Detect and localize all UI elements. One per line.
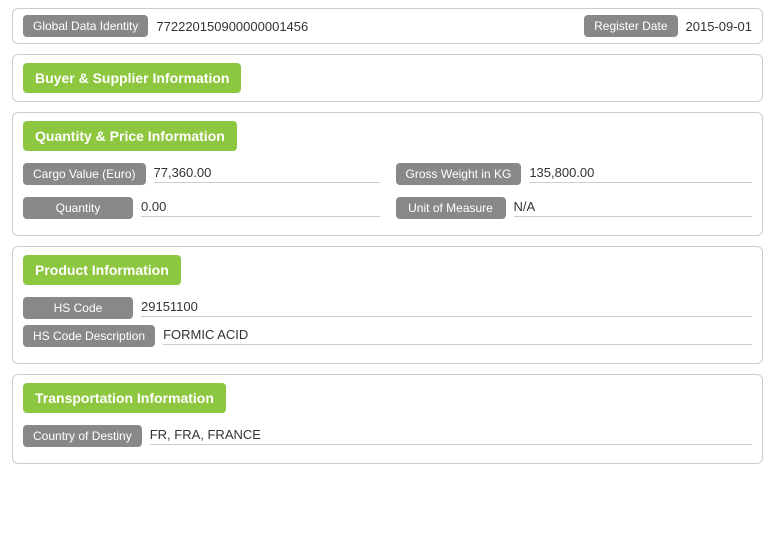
quantity-price-right-col: Gross Weight in KG 135,800.00 Unit of Me… — [396, 163, 753, 225]
transportation-header: Transportation Information — [23, 383, 226, 413]
hs-code-desc-row: HS Code Description FORMIC ACID — [23, 325, 752, 347]
transportation-section: Transportation Information Country of De… — [12, 374, 763, 464]
global-data-value: 772220150900000001456 — [156, 19, 536, 34]
register-date-value: 2015-09-01 — [686, 19, 753, 34]
buyer-supplier-header: Buyer & Supplier Information — [23, 63, 241, 93]
country-destiny-row: Country of Destiny FR, FRA, FRANCE — [23, 425, 752, 447]
quantity-price-fields: Cargo Value (Euro) 77,360.00 Quantity 0.… — [13, 159, 762, 235]
identity-row: Global Data Identity 7722201509000000014… — [12, 8, 763, 44]
hs-code-value: 29151100 — [141, 299, 752, 317]
cargo-value-label: Cargo Value (Euro) — [23, 163, 146, 185]
buyer-supplier-section: Buyer & Supplier Information — [12, 54, 763, 102]
gross-weight-row: Gross Weight in KG 135,800.00 — [396, 163, 753, 185]
unit-of-measure-value: N/A — [514, 199, 753, 217]
hs-code-desc-label: HS Code Description — [23, 325, 155, 347]
unit-of-measure-label: Unit of Measure — [396, 197, 506, 219]
product-section: Product Information HS Code 29151100 HS … — [12, 246, 763, 364]
hs-code-desc-value: FORMIC ACID — [163, 327, 752, 345]
cargo-value-row: Cargo Value (Euro) 77,360.00 — [23, 163, 380, 185]
transportation-fields: Country of Destiny FR, FRA, FRANCE — [13, 421, 762, 463]
page-container: Global Data Identity 7722201509000000014… — [0, 0, 775, 482]
quantity-price-left-col: Cargo Value (Euro) 77,360.00 Quantity 0.… — [23, 163, 380, 225]
product-header: Product Information — [23, 255, 181, 285]
register-date-label: Register Date — [584, 15, 677, 37]
quantity-price-header: Quantity & Price Information — [23, 121, 237, 151]
hs-code-row: HS Code 29151100 — [23, 297, 752, 319]
quantity-row: Quantity 0.00 — [23, 197, 380, 219]
product-fields: HS Code 29151100 HS Code Description FOR… — [13, 293, 762, 363]
country-destiny-value: FR, FRA, FRANCE — [150, 427, 752, 445]
hs-code-label: HS Code — [23, 297, 133, 319]
cargo-value-value: 77,360.00 — [154, 165, 380, 183]
quantity-price-section: Quantity & Price Information Cargo Value… — [12, 112, 763, 236]
gross-weight-value: 135,800.00 — [529, 165, 752, 183]
country-destiny-label: Country of Destiny — [23, 425, 142, 447]
quantity-value: 0.00 — [141, 199, 380, 217]
global-data-label: Global Data Identity — [23, 15, 148, 37]
unit-of-measure-row: Unit of Measure N/A — [396, 197, 753, 219]
quantity-label: Quantity — [23, 197, 133, 219]
gross-weight-label: Gross Weight in KG — [396, 163, 522, 185]
